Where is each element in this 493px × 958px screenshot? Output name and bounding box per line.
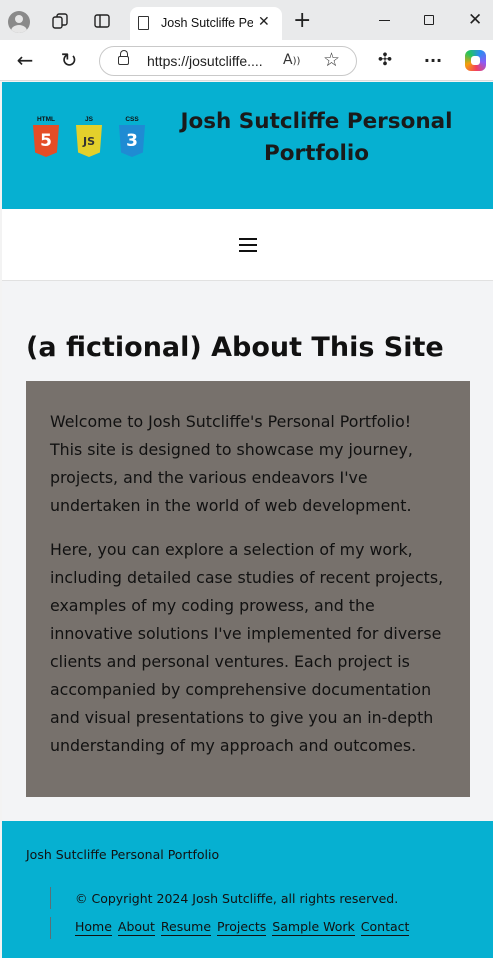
address-bar[interactable]: https://josutcliffe.... A)) ☆ xyxy=(99,46,357,76)
page-title: (a fictional) About This Site xyxy=(26,332,444,363)
site-footer: Josh Sutcliffe Personal Portfolio © Copy… xyxy=(2,821,493,958)
read-aloud-icon[interactable]: A)) xyxy=(283,52,300,68)
footer-site-name: Josh Sutcliffe Personal Portfolio xyxy=(26,847,220,862)
copilot-icon[interactable] xyxy=(465,50,486,71)
more-menu-icon[interactable]: ··· xyxy=(422,49,444,71)
tab-close-icon[interactable]: ✕ xyxy=(258,14,270,30)
html5-icon: HTML 5 xyxy=(32,116,60,158)
extensions-icon[interactable]: ✣ xyxy=(374,49,396,71)
about-content-box: Welcome to Josh Sutcliffe's Personal Por… xyxy=(26,381,470,797)
tab-title: Josh Sutcliffe Personal Portfolio xyxy=(161,16,253,30)
navbar xyxy=(2,209,493,281)
copyright-text: © Copyright 2024 Josh Sutcliffe, all rig… xyxy=(75,891,399,906)
browser-toolbar: ← ↻ https://josutcliffe.... A)) ☆ ✣ ··· xyxy=(0,40,493,81)
web-page: HTML 5 JS JS CSS 3 Josh Sutcliffe Person… xyxy=(2,82,493,958)
favorite-star-icon[interactable]: ☆ xyxy=(323,49,340,71)
new-tab-icon[interactable]: + xyxy=(293,8,311,33)
footer-link-contact[interactable]: Contact xyxy=(360,919,410,936)
footer-link-projects[interactable]: Projects xyxy=(217,919,267,936)
footer-link-about[interactable]: About xyxy=(117,919,155,936)
site-title: Josh Sutcliffe Personal Portfolio xyxy=(180,109,453,166)
url-text[interactable]: https://josutcliffe.... xyxy=(147,53,263,69)
footer-link-home[interactable]: Home xyxy=(75,919,112,936)
css3-icon: CSS 3 xyxy=(118,116,146,158)
footer-divider xyxy=(50,917,51,939)
browser-tab-strip: Josh Sutcliffe Personal Portfolio ✕ + ✕ xyxy=(0,0,493,40)
close-window-icon[interactable]: ✕ xyxy=(468,10,482,30)
tab-active[interactable]: Josh Sutcliffe Personal Portfolio ✕ xyxy=(130,7,282,40)
back-icon[interactable]: ← xyxy=(14,48,36,72)
minimize-icon[interactable] xyxy=(379,20,390,22)
intro-paragraph: Welcome to Josh Sutcliffe's Personal Por… xyxy=(50,412,413,515)
javascript-icon: JS JS xyxy=(75,116,103,158)
footer-divider xyxy=(50,887,51,909)
explore-paragraph: Here, you can explore a selection of my … xyxy=(50,540,444,755)
page-icon xyxy=(138,16,149,30)
profile-avatar-icon[interactable] xyxy=(8,11,30,33)
tab-actions-icon[interactable] xyxy=(91,10,113,32)
hamburger-menu-icon[interactable] xyxy=(239,238,257,252)
footer-link-resume[interactable]: Resume xyxy=(160,919,212,936)
maximize-icon[interactable] xyxy=(424,15,434,25)
site-header: HTML 5 JS JS CSS 3 Josh Sutcliffe Person… xyxy=(2,82,493,209)
workspaces-icon[interactable] xyxy=(49,10,71,32)
lock-icon[interactable] xyxy=(118,50,129,65)
footer-link-sample-work[interactable]: Sample Work xyxy=(272,919,355,936)
footer-nav: Home About Resume Projects Sample Work C… xyxy=(75,919,410,936)
refresh-icon[interactable]: ↻ xyxy=(58,48,80,72)
